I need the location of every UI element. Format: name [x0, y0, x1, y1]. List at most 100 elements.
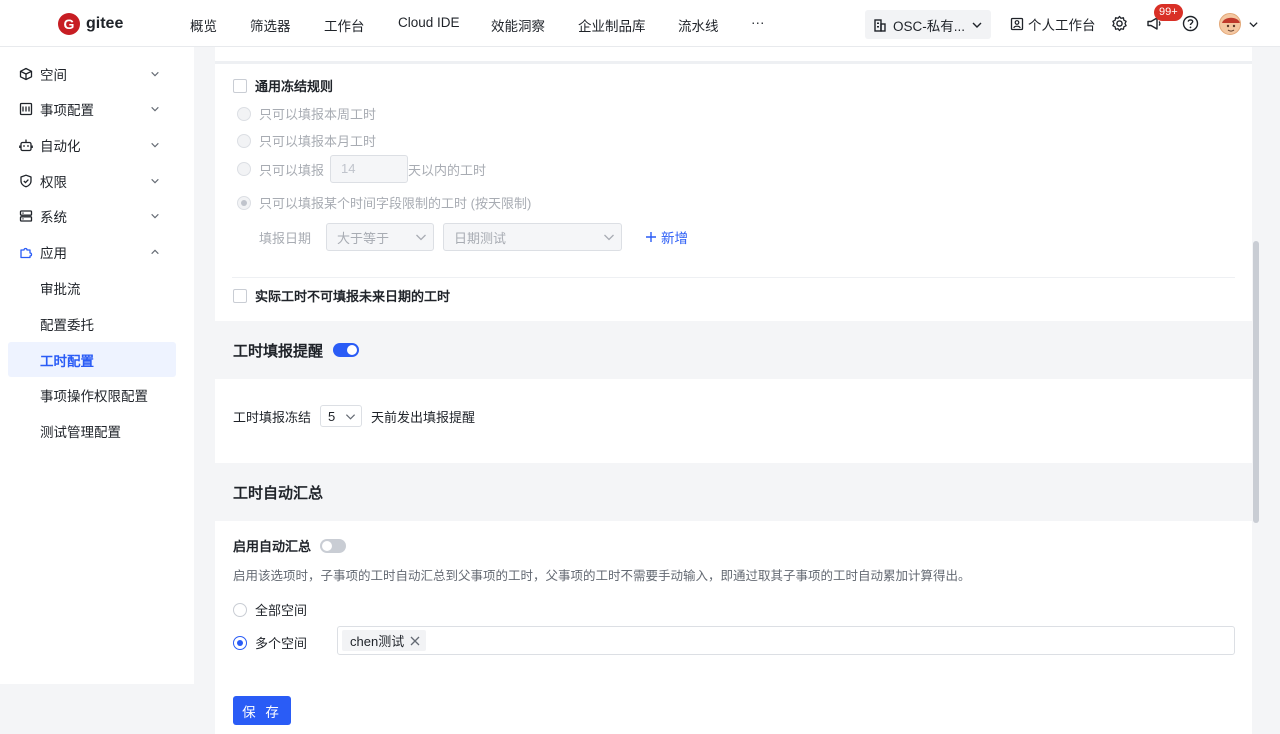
freeze-option-days[interactable]: 只可以填报 14 天以内的工时 [237, 155, 486, 183]
chevron-down-icon [151, 106, 159, 112]
freeze-days-input[interactable]: 14 [330, 155, 409, 183]
date-field-select[interactable]: 日期测试 [443, 223, 623, 251]
gitee-logo-icon: G [58, 13, 80, 35]
brand-name: gitee [86, 15, 124, 32]
org-selector[interactable]: OSC-私有... [865, 10, 991, 39]
user-avatar[interactable] [1219, 13, 1241, 35]
personal-workbench-link[interactable]: 个人工作台 [1010, 14, 1096, 34]
gitee-logo[interactable]: G gitee [58, 13, 123, 35]
sidebar-group-system[interactable]: 系统 [0, 198, 194, 234]
freeze-days-suffix: 天以内的工时 [408, 162, 487, 178]
org-name: OSC-私有... [892, 18, 965, 34]
no-future-date-checkbox[interactable] [233, 288, 247, 303]
reminder-prefix: 工时填报冻结 [233, 409, 312, 425]
freeze-week-label: 只可以填报本周工时 [259, 107, 377, 122]
sidebar-group-item-config[interactable]: 事项配置 [0, 91, 194, 127]
freeze-field-radio[interactable] [237, 195, 251, 210]
notification-badge: 99+ [1154, 4, 1183, 21]
sidebar-group-space[interactable]: 空间 [0, 56, 194, 92]
scope-all-label: 全部空间 [255, 603, 308, 618]
nav-more[interactable]: ··· [751, 15, 765, 30]
freeze-option-week[interactable]: 只可以填报本周工时 [237, 104, 376, 123]
close-icon[interactable] [410, 636, 420, 646]
date-field-value: 日期测试 [454, 230, 507, 246]
chevron-down-icon [416, 234, 426, 241]
general-freeze-checkbox[interactable] [233, 78, 247, 93]
scope-all-radio[interactable] [233, 602, 247, 617]
sidebar-group-label: 权限 [40, 175, 67, 190]
help-icon[interactable] [1182, 15, 1199, 32]
sidebar-group-label: 应用 [40, 246, 67, 261]
nav-insights[interactable]: 效能洞察 [491, 15, 545, 35]
reminder-toggle[interactable] [333, 343, 360, 357]
auto-sum-enable: 启用自动汇总 [233, 536, 347, 555]
save-button[interactable]: 保 存 [233, 696, 291, 725]
sidebar-group-apps[interactable]: 应用 [0, 234, 194, 270]
shield-icon [20, 174, 32, 188]
no-future-date-rule[interactable]: 实际工时不可填报未来日期的工时 [233, 286, 450, 305]
list-icon [19, 102, 33, 116]
cube-icon [19, 67, 33, 81]
reminder-setting: 工时填报冻结 5 天前发出填报提醒 [233, 405, 475, 427]
nav-overview[interactable]: 概览 [190, 15, 217, 35]
settings-sidebar: 空间 事项配置 自动化 权限 系统 应用 审批流 配置委托 工时配置 事项操作权… [0, 47, 194, 684]
auto-sum-toggle[interactable] [320, 538, 347, 553]
chevron-down-icon [151, 142, 159, 148]
general-freeze-rule[interactable]: 通用冻结规则 [233, 76, 333, 95]
personal-workbench-label: 个人工作台 [1028, 18, 1096, 33]
nav-workbench[interactable]: 工作台 [324, 15, 365, 35]
section-divider [215, 61, 1252, 64]
worktime-config-panel: 通用冻结规则 只可以填报本周工时 只可以填报本月工时 只可以填报 14 天以内的… [215, 47, 1252, 734]
auto-sum-enable-label: 启用自动汇总 [233, 539, 312, 554]
reminder-section-header: 工时填报提醒 [215, 321, 1252, 379]
freeze-week-radio[interactable] [237, 106, 251, 121]
sidebar-item-approval-flow[interactable]: 审批流 [8, 270, 176, 305]
sidebar-group-automation[interactable]: 自动化 [0, 127, 194, 163]
sidebar-item-test-management[interactable]: 测试管理配置 [8, 413, 176, 448]
reminder-suffix: 天前发出填报提醒 [371, 409, 476, 425]
nav-artifacts[interactable]: 企业制品库 [578, 15, 646, 35]
nav-filters[interactable]: 筛选器 [250, 15, 291, 35]
chevron-down-icon [972, 22, 982, 28]
scope-all-option[interactable]: 全部空间 [233, 600, 307, 619]
freeze-option-field[interactable]: 只可以填报某个时间字段限制的工时 (按天限制) [237, 193, 531, 212]
reminder-days-value: 5 [328, 408, 336, 424]
sidebar-group-label: 事项配置 [40, 103, 94, 118]
space-tag: chen测试 [342, 630, 427, 651]
sidebar-group-label: 空间 [40, 68, 67, 83]
freeze-month-radio[interactable] [237, 133, 251, 148]
operator-value: 大于等于 [337, 230, 390, 246]
general-freeze-label: 通用冻结规则 [255, 79, 334, 94]
robot-icon [19, 139, 33, 152]
sidebar-group-permission[interactable]: 权限 [0, 163, 194, 199]
freeze-month-label: 只可以填报本月工时 [259, 134, 377, 149]
user-card-icon [1010, 17, 1024, 31]
top-navigation: G gitee 概览 筛选器 工作台 Cloud IDE 效能洞察 企业制品库 … [0, 0, 1280, 47]
server-icon [19, 210, 33, 222]
sidebar-item-delegation[interactable]: 配置委托 [8, 306, 176, 341]
puzzle-icon [20, 247, 33, 259]
nav-cloud-ide[interactable]: Cloud IDE [398, 15, 460, 30]
sidebar-item-worktime-config[interactable]: 工时配置 [8, 342, 176, 377]
reminder-days-select[interactable]: 5 [320, 405, 363, 427]
plus-icon [646, 232, 657, 242]
sidebar-group-label: 系统 [40, 210, 67, 225]
auto-sum-section-header: 工时自动汇总 [215, 463, 1252, 521]
divider [232, 277, 1235, 278]
scope-multi-option[interactable]: 多个空间 [233, 633, 307, 652]
freeze-field-label: 只可以填报某个时间字段限制的工时 (按天限制) [259, 196, 532, 211]
scope-multi-radio[interactable] [233, 635, 247, 650]
nav-pipeline[interactable]: 流水线 [678, 15, 719, 35]
no-future-date-label: 实际工时不可填报未来日期的工时 [255, 289, 451, 304]
sidebar-item-operation-permission[interactable]: 事项操作权限配置 [8, 377, 176, 412]
add-condition-button[interactable]: 新增 [645, 227, 688, 247]
auto-sum-description: 启用该选项时，子事项的工时自动汇总到父事项的工时，父事项的工时不需要手动输入，即… [233, 569, 971, 583]
scrollbar[interactable] [1253, 241, 1259, 523]
building-icon [874, 18, 886, 32]
operator-select[interactable]: 大于等于 [326, 223, 435, 251]
avatar-chevron-down-icon[interactable] [1248, 19, 1259, 30]
space-multi-select[interactable]: chen测试 [337, 626, 1235, 655]
gear-icon[interactable] [1111, 15, 1128, 32]
freeze-option-month[interactable]: 只可以填报本月工时 [237, 131, 376, 150]
freeze-days-radio[interactable] [237, 162, 251, 176]
